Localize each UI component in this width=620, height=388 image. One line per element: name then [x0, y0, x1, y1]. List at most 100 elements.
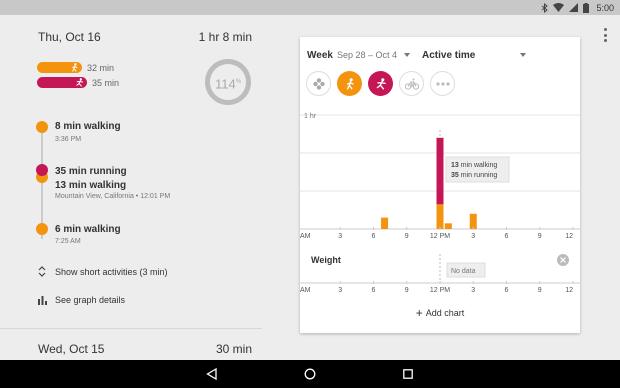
filter-walking-button[interactable]	[337, 71, 362, 96]
recents-icon	[403, 369, 413, 379]
recents-button[interactable]	[401, 367, 415, 381]
no-data-label: No data	[451, 268, 476, 275]
filter-all-button[interactable]	[306, 71, 331, 96]
weight-chart-title: Weight	[311, 255, 341, 265]
x-tick-label: 6	[505, 233, 509, 240]
metric-dropdown-icon[interactable]	[520, 53, 527, 57]
x-tick-label: 6	[372, 287, 376, 294]
timeline-entry-title[interactable]: 8 min walking	[55, 121, 121, 132]
running-summary-bar: 35 min	[37, 77, 119, 88]
running-icon	[376, 77, 386, 89]
show-short-activities-button[interactable]: Show short activities (3 min)	[38, 266, 168, 277]
gauge-number: 114	[214, 76, 236, 92]
all-activities-icon	[312, 77, 325, 90]
filter-cycling-button[interactable]	[399, 71, 424, 96]
tooltip-line: 35 min running	[451, 172, 497, 179]
activity-filter-row	[306, 71, 455, 96]
filter-running-button[interactable]	[368, 71, 393, 96]
navigation-bar	[0, 360, 620, 388]
cycling-icon	[404, 78, 419, 90]
range-dropdown-icon[interactable]	[404, 53, 410, 57]
bluetooth-icon	[542, 2, 549, 13]
timeline-dot-walking	[36, 223, 48, 235]
walking-icon	[346, 77, 354, 89]
running-summary-label: 35 min	[92, 77, 120, 88]
overflow-dot	[603, 39, 607, 42]
date-range[interactable]: Sep 28 – Oct 4	[337, 50, 397, 60]
back-icon	[205, 368, 217, 380]
filter-more-button[interactable]	[430, 71, 455, 96]
timeline-entry-location: Mountain View, California • 12:01 PM	[55, 193, 171, 200]
overflow-menu-icon[interactable]	[600, 28, 610, 42]
metric-selector[interactable]: Active time	[422, 50, 475, 61]
activity-chart-card: Week Sep 28 – Oct 4 Active time 1 hr AM 3 6…	[300, 37, 580, 333]
x-tick-label: 3	[471, 233, 475, 240]
day-total: 1 hr 8 min	[198, 30, 252, 44]
see-graph-details-button[interactable]: See graph details	[38, 295, 125, 305]
status-time: 5:00	[596, 2, 614, 13]
timeline-entry-time: 7:25 AM	[55, 238, 81, 245]
walking-bar	[469, 213, 477, 229]
x-tick-label: 3	[471, 287, 475, 294]
battery-icon	[583, 2, 590, 13]
period-selector[interactable]: Week	[307, 50, 333, 61]
x-tick-label: 9	[538, 233, 542, 240]
day-title: Thu, Oct 16	[38, 30, 101, 44]
home-button[interactable]	[303, 367, 317, 381]
back-button[interactable]	[204, 367, 218, 381]
x-tick-label: 9	[405, 233, 409, 240]
x-tick-label: 12 PM	[430, 233, 450, 240]
signal-icon	[569, 3, 579, 12]
more-icon	[435, 81, 450, 86]
unfold-icon	[38, 266, 49, 277]
x-tick-label: 3	[338, 233, 342, 240]
timeline-dot-walking	[36, 121, 48, 133]
bar-tooltip: 13 min walking 35 min running	[445, 156, 510, 183]
timeline-entry-title[interactable]: 35 min running	[55, 166, 127, 177]
x-tick-label: AM	[300, 233, 311, 240]
y-axis-label: 1 hr	[304, 113, 317, 120]
running-bar	[436, 137, 444, 205]
weight-chart-svg: No data AM 3 6 9 12 PM 3 6 9 12	[300, 254, 580, 294]
walking-summary-bar: 32 min	[37, 62, 114, 73]
card-header: Week Sep 28 – Oct 4 Active time	[307, 48, 527, 62]
walking-bar	[436, 204, 444, 229]
walking-bar	[444, 223, 452, 229]
x-tick-label: 3	[338, 287, 342, 294]
active-time-chart: 1 hr AM 3 6 9 12 PM 3 6 9 12 13 min walking 35 min …	[300, 109, 580, 244]
x-tick-label: 6	[505, 287, 509, 294]
walking-icon	[72, 63, 78, 72]
overflow-dot	[603, 33, 607, 37]
show-short-activities-label: Show short activities (3 min)	[55, 266, 168, 277]
plus-icon: +	[415, 305, 423, 320]
next-day-total: 30 min	[215, 342, 252, 356]
x-tick-label: 12 PM	[430, 287, 450, 294]
add-chart-button[interactable]: + Add chart	[300, 305, 580, 320]
bar-chart-icon	[38, 295, 49, 305]
x-tick-label: 9	[538, 287, 542, 294]
status-icons: 5:00	[541, 0, 614, 15]
wifi-icon	[553, 3, 565, 12]
running-icon	[76, 78, 84, 87]
x-tick-label: 9	[405, 287, 409, 294]
tooltip-line: 13 min walking	[451, 162, 497, 169]
x-tick-label: 12	[565, 233, 573, 240]
timeline-entry-title-secondary: 13 min walking	[55, 180, 127, 191]
walking-pill	[37, 62, 82, 73]
walking-summary-label: 32 min	[87, 62, 115, 73]
remove-weight-chart-button[interactable]	[557, 254, 569, 266]
status-bar: 5:00	[0, 0, 620, 15]
day-summary-panel: Thu, Oct 16 1 hr 8 min 32 min 35 min 114…	[0, 15, 262, 360]
timeline-dot-running	[36, 164, 48, 176]
weight-chart: No data AM 3 6 9 12 PM 3 6 9 12	[300, 246, 580, 306]
running-pill	[37, 77, 87, 88]
x-tick-label: 12	[565, 287, 573, 294]
active-time-chart-svg: 1 hr AM 3 6 9 12 PM 3 6 9 12 13 min walking 35 min …	[300, 113, 580, 240]
timeline-entry-title[interactable]: 6 min walking	[55, 224, 121, 235]
gauge-value: 114%	[204, 58, 252, 106]
x-tick-label: AM	[300, 287, 311, 294]
overflow-dot	[603, 28, 607, 31]
walking-bar	[381, 217, 389, 229]
x-tick-label: 6	[372, 233, 376, 240]
next-day-title[interactable]: Wed, Oct 15	[38, 342, 104, 356]
